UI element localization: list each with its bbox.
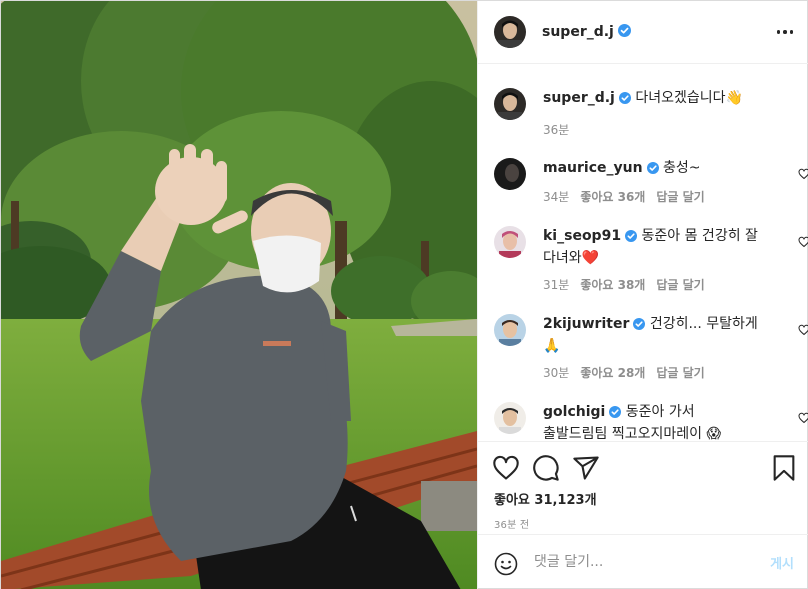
comment-avatar[interactable] [494, 158, 526, 190]
comment-avatar[interactable] [494, 314, 526, 346]
caption-row: super_d.j 다녀오겠습니다👋 36분 [494, 88, 794, 148]
comment-avatar[interactable] [494, 402, 526, 434]
likes-count[interactable]: 좋아요 31,123개 [494, 489, 597, 508]
comment-likes[interactable]: 좋아요 38개 [580, 278, 645, 292]
comments-list[interactable]: super_d.j 다녀오겠습니다👋 36분 maurice_yun 충성~ 3… [478, 64, 808, 442]
comment-text: 2kijuwriter 건강히... 무탈하게 🙏 [543, 314, 763, 356]
post-comment-button[interactable]: 게시 [770, 553, 794, 572]
verified-badge-icon [625, 228, 638, 248]
emoji-icon[interactable] [494, 552, 518, 576]
comment-row: maurice_yun 충성~ 34분 좋아요 36개 답글 달기 [494, 158, 808, 218]
reply-button[interactable]: 답글 달기 [656, 278, 704, 292]
post-header: super_d.j [478, 1, 808, 64]
comment-text: ki_seop91 동준아 몸 건강히 잘 다녀와❤️ [543, 226, 763, 268]
comment-like-heart-icon[interactable] [798, 324, 808, 336]
post-photo[interactable] [1, 1, 477, 589]
comment-username[interactable]: 2kijuwriter [543, 316, 629, 332]
verified-badge-icon [646, 160, 659, 180]
caption-username[interactable]: super_d.j [543, 90, 615, 106]
comment-likes[interactable]: 좋아요 28개 [580, 366, 645, 380]
reply-button[interactable]: 답글 달기 [656, 366, 704, 380]
caption-meta: 36분 [543, 121, 580, 138]
comment-text: golchigi 동준아 가서 출발드림팀 찍고오지마레이 😱 훈련소 다1 [543, 402, 763, 441]
comment-time[interactable]: 34분 [543, 190, 569, 204]
comment-username[interactable]: maurice_yun [543, 160, 643, 176]
comment-row: 2kijuwriter 건강히... 무탈하게 🙏 30분 좋아요 28개 답글 달… [494, 314, 808, 394]
author-avatar[interactable] [494, 16, 526, 48]
bookmark-icon[interactable] [770, 454, 798, 482]
caption-avatar[interactable] [494, 88, 526, 120]
comment-meta: 30분 좋아요 28개 답글 달기 [543, 364, 716, 381]
comment-text: maurice_yun 충성~ [543, 158, 763, 180]
caption-message: 다녀오겠습니다👋 [635, 90, 743, 106]
comment-time[interactable]: 30분 [543, 366, 569, 380]
verified-badge-icon [618, 90, 631, 110]
post-timestamp[interactable]: 36분 전 [494, 516, 529, 531]
comment-like-heart-icon[interactable] [798, 168, 808, 180]
heart-icon[interactable] [492, 454, 520, 482]
post-details-panel: super_d.j super_d.j 다녀오겠습니다👋 36분 maurice… [477, 1, 808, 589]
caption-time[interactable]: 36분 [543, 123, 569, 137]
comment-input[interactable] [534, 551, 754, 573]
comment-like-heart-icon[interactable] [798, 236, 808, 248]
comment-meta: 34분 좋아요 36개 답글 달기 [543, 188, 716, 205]
caption-text: super_d.j 다녀오겠습니다👋 [543, 88, 763, 110]
verified-badge-icon [609, 404, 622, 424]
comment-likes[interactable]: 좋아요 36개 [580, 190, 645, 204]
reply-button[interactable]: 답글 달기 [656, 190, 704, 204]
add-comment-bar: 게시 [478, 534, 808, 589]
instagram-post-modal: super_d.j super_d.j 다녀오겠습니다👋 36분 maurice… [0, 0, 808, 589]
share-icon[interactable] [572, 454, 600, 482]
author-username[interactable]: super_d.j [542, 24, 614, 40]
comment-username[interactable]: ki_seop91 [543, 228, 621, 244]
comment-like-heart-icon[interactable] [798, 412, 808, 424]
comment-username[interactable]: golchigi [543, 404, 605, 420]
comment-row: ki_seop91 동준아 몸 건강히 잘 다녀와❤️ 31분 좋아요 38개 답글… [494, 226, 808, 306]
verified-badge-icon [633, 316, 646, 336]
comment-icon[interactable] [532, 454, 560, 482]
comment-time[interactable]: 31분 [543, 278, 569, 292]
comment-message: 충성~ [663, 160, 701, 176]
verified-badge-icon [617, 23, 631, 41]
comment-row: golchigi 동준아 가서 출발드림팀 찍고오지마레이 😱 훈련소 다1 [494, 402, 808, 441]
comment-avatar[interactable] [494, 226, 526, 258]
comment-meta: 31분 좋아요 38개 답글 달기 [543, 276, 716, 293]
more-options-icon[interactable] [774, 21, 796, 43]
